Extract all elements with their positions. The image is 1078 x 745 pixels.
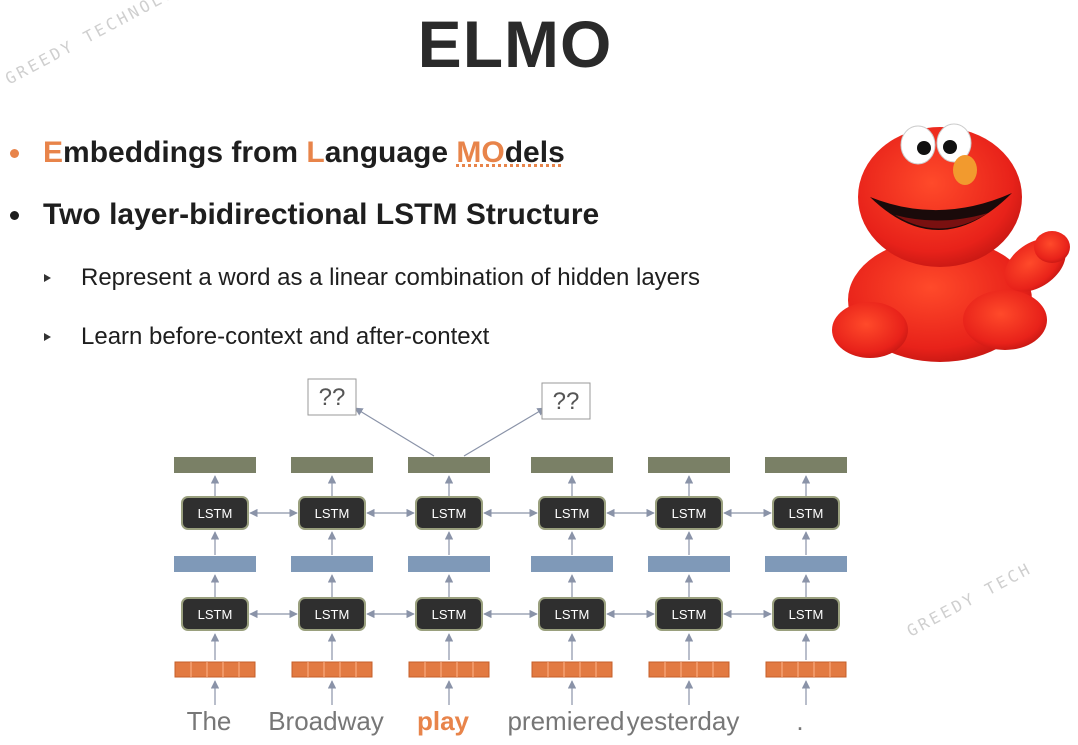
input-word: premiered (507, 706, 625, 736)
output-vector (174, 457, 256, 473)
output-vector (765, 457, 847, 473)
embedding-vector (291, 661, 373, 678)
sub-bullet-text: Represent a word as a linear combination… (81, 264, 701, 291)
lstm-label: LSTM (315, 607, 350, 622)
bullet-dot-icon (10, 148, 19, 158)
bullet-text: Embeddings from Language MOdels (43, 136, 565, 169)
prediction-label: ?? (319, 384, 346, 411)
sub-bullet-context: Learn before-context and after-context (44, 323, 489, 351)
lstm-label: LSTM (672, 506, 707, 521)
embedding-vector (174, 661, 256, 678)
lstm-label: LSTM (672, 607, 707, 622)
elmo-lstm-diagram: LSTM LSTM LSTM LSTM LSTM LSTM LSTM LSTM LSTM LSTM… (174, 378, 847, 705)
input-word: yesterday (626, 706, 740, 736)
lstm-label: LSTM (555, 607, 590, 622)
hidden-layer-vector (648, 556, 730, 572)
sub-bullet-representation: Represent a word as a linear combination… (44, 264, 700, 292)
hidden-layer-vector (291, 556, 373, 572)
embedding-vector (648, 661, 730, 678)
output-vector (531, 457, 613, 473)
lstm-label: LSTM (198, 506, 233, 521)
triangle-bullet-icon (44, 333, 51, 341)
lstm-label: LSTM (198, 607, 233, 622)
output-to-question-arrow (354, 407, 435, 457)
hidden-layer-vector (408, 556, 490, 572)
output-vector (648, 457, 730, 473)
bullet-lstm-structure: Two layer-bidirectional LSTM Structure (10, 198, 599, 232)
hidden-layer-vector (174, 556, 256, 572)
slide-title: ELMO (417, 7, 613, 81)
hidden-layer-vector (531, 556, 613, 572)
embedding-vector (765, 661, 847, 678)
input-word: The (186, 706, 232, 736)
output-vector (408, 457, 490, 473)
input-word: play (416, 706, 470, 736)
hidden-layer-vector (765, 556, 847, 572)
input-word: Broadway (268, 706, 384, 736)
prediction-label: ?? (553, 388, 580, 415)
bullet-elmo-expansion: Embeddings from Language MOdels (10, 136, 565, 170)
lstm-label: LSTM (315, 506, 350, 521)
lstm-label: LSTM (432, 607, 467, 622)
lstm-label: LSTM (432, 506, 467, 521)
output-to-question-arrow (463, 407, 546, 457)
elmo-plush-image (832, 123, 1070, 362)
output-vector (291, 457, 373, 473)
bullet-text: Two layer-bidirectional LSTM Structure (43, 198, 600, 231)
embedding-vector (531, 661, 613, 678)
lstm-label: LSTM (789, 506, 824, 521)
sub-bullet-text: Learn before-context and after-context (81, 323, 490, 350)
embedding-vector (408, 661, 490, 678)
triangle-bullet-icon (44, 274, 51, 282)
lstm-label: LSTM (789, 607, 824, 622)
lstm-label: LSTM (555, 506, 590, 521)
input-word: . (796, 706, 804, 736)
bullet-dot-icon (10, 210, 19, 220)
